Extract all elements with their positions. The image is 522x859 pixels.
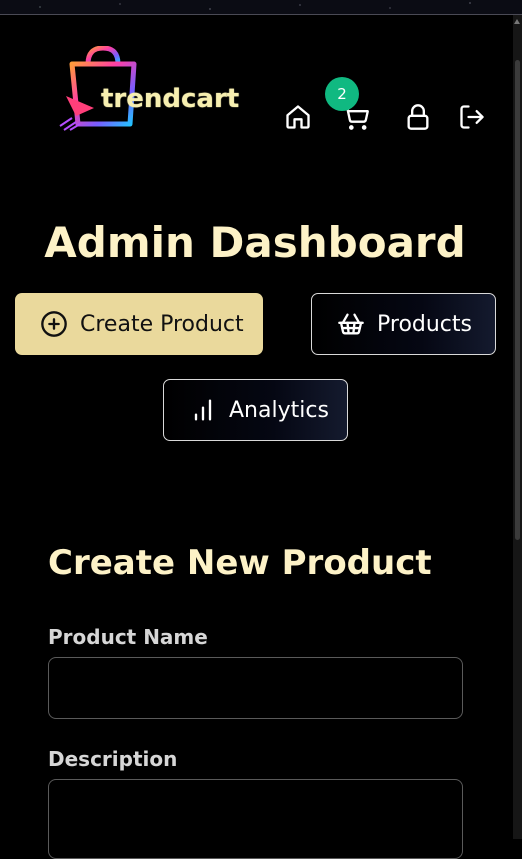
logout-icon[interactable]	[457, 102, 487, 132]
brand-logo[interactable]: trendcart	[58, 46, 239, 132]
lock-icon[interactable]	[403, 102, 433, 132]
description-label: Description	[48, 747, 178, 771]
product-name-label: Product Name	[48, 625, 208, 649]
scroll-up-arrow-icon[interactable]	[514, 19, 520, 24]
scrollbar[interactable]	[513, 15, 522, 839]
tab-analytics[interactable]: Analytics	[163, 379, 348, 441]
tab-label: Analytics	[229, 397, 329, 423]
tab-products[interactable]: Products	[311, 293, 496, 355]
form-title: Create New Product	[48, 543, 432, 583]
tab-label: Create Product	[80, 311, 244, 337]
basket-icon	[338, 313, 364, 335]
cart-count-badge: 2	[325, 77, 359, 111]
tab-create-product[interactable]: Create Product	[15, 293, 263, 355]
brand-name: trendcart	[101, 84, 240, 114]
scrollbar-thumb[interactable]	[515, 60, 520, 540]
home-icon[interactable]	[283, 102, 313, 132]
bar-chart-icon	[194, 399, 212, 421]
product-name-input[interactable]	[48, 657, 463, 719]
tab-label: Products	[377, 311, 472, 337]
page-title: Admin Dashboard	[44, 218, 466, 267]
plus-circle-icon	[41, 311, 67, 337]
description-textarea[interactable]	[48, 779, 463, 859]
browser-top-strip	[0, 0, 522, 15]
